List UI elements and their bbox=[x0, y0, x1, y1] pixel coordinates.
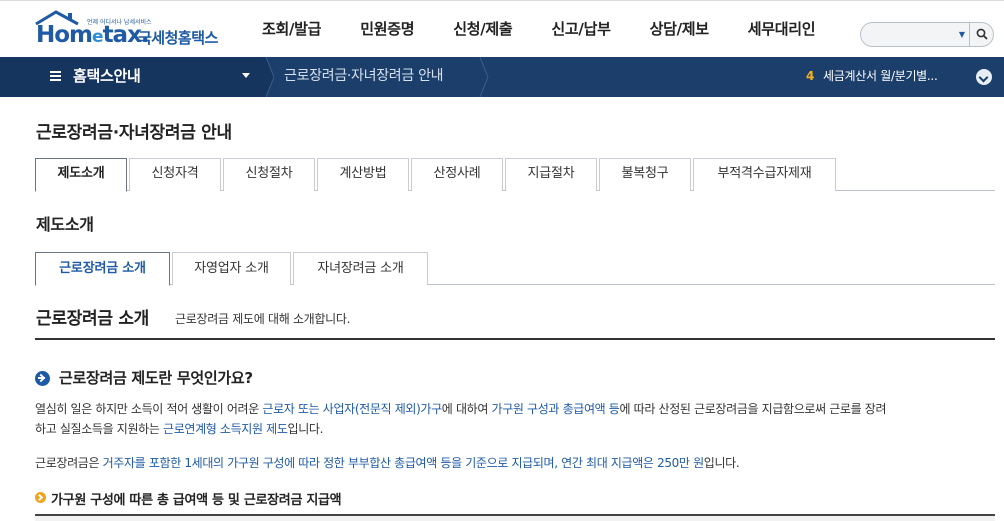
notice-number: 4 bbox=[806, 69, 815, 83]
tab-system-intro[interactable]: 제도소개 bbox=[35, 158, 127, 192]
global-nav: 조회/발급 민원증명 신청/제출 신고/납부 상담/제보 세무대리인 bbox=[240, 1, 816, 58]
search-dropdown-icon[interactable]: ▼ bbox=[955, 26, 969, 43]
page-title: 근로장려금·자녀장려금 안내 bbox=[36, 123, 232, 143]
intro-description: 근로장려금 제도에 대해 소개합니다. bbox=[175, 312, 351, 326]
caret-down-icon bbox=[242, 73, 250, 78]
definition-paragraph: 열심히 일은 하지만 소득이 적어 생활이 어려운 근로자 또는 사업자(전문직… bbox=[35, 402, 887, 436]
subtab-self-employed-intro[interactable]: 자영업자 소개 bbox=[172, 252, 291, 285]
highlight-target-households: 근로자 또는 사업자(전문직 제외)가구 bbox=[262, 402, 442, 416]
section-title: 제도소개 bbox=[36, 215, 94, 234]
gnb-apply-submit[interactable]: 신청/제출 bbox=[453, 1, 512, 58]
gnb-civil-certificates[interactable]: 민원증명 bbox=[360, 1, 414, 58]
subheading-text: 가구원 구성에 따른 총 급여액 등 및 근로장려금 지급액 bbox=[51, 493, 342, 508]
intro-title: 근로장려금 소개 bbox=[36, 309, 149, 329]
notice-text[interactable]: 세금계산서 월/분기별... bbox=[823, 57, 938, 95]
table-header-row bbox=[35, 516, 995, 521]
hometax-logo[interactable]: 언제 어디서나 납세서비스 Hometax. 국세청홈택스 bbox=[34, 10, 224, 50]
arrow-circle-icon bbox=[35, 371, 50, 386]
breadcrumb-end-icon bbox=[479, 57, 489, 97]
location-bar: 홈택스안내 근로장려금·자녀장려금 안내 4 세금계산서 월/분기별... bbox=[0, 57, 1004, 97]
intro-header: 근로장려금 소개 근로장려금 제도에 대해 소개합니다. bbox=[35, 304, 995, 340]
gnb-lookup-issue[interactable]: 조회/발급 bbox=[262, 1, 321, 58]
logo-wordmark: Hometax. bbox=[36, 22, 150, 48]
tab-appeal[interactable]: 불복청구 bbox=[599, 158, 691, 191]
main-tabs: 제도소개 신청자격 신청절차 계산방법 산정사례 지급절차 불복청구 부적격수급… bbox=[35, 158, 995, 192]
highlight-payment-criteria: 거주자를 포함한 1세대의 가구원 구성에 따라 정한 부부합산 총급여액 등을… bbox=[102, 456, 705, 470]
breadcrumb-separator-icon bbox=[262, 57, 274, 97]
notice-expand-icon[interactable] bbox=[976, 69, 992, 85]
tab-eligibility[interactable]: 신청자격 bbox=[129, 158, 221, 191]
tab-payment-procedure[interactable]: 지급절차 bbox=[505, 158, 597, 191]
bullet-arrow-icon bbox=[35, 492, 46, 503]
hamburger-icon bbox=[50, 71, 61, 81]
sub-tabs: 근로장려금 소개 자영업자 소개 자녀장려금 소개 bbox=[35, 252, 995, 286]
breadcrumb-current[interactable]: 근로장려금·자녀장려금 안내 bbox=[284, 57, 444, 95]
gnb-tax-agent[interactable]: 세무대리인 bbox=[748, 1, 816, 58]
menu-title: 홈택스안내 bbox=[73, 67, 141, 85]
tab-calculation[interactable]: 계산방법 bbox=[317, 158, 409, 191]
top-header: 언제 어디서나 납세서비스 Hometax. 국세청홈택스 조회/발급 민원증명… bbox=[0, 0, 1004, 57]
subtab-child-credit-intro[interactable]: 자녀장려금 소개 bbox=[293, 252, 428, 285]
menu-dropdown[interactable]: 홈택스안내 bbox=[0, 57, 262, 97]
tab-calculation-examples[interactable]: 산정사례 bbox=[411, 158, 503, 191]
question-text: 근로장려금 제도란 무엇인가요? bbox=[59, 369, 253, 387]
gnb-consult-report[interactable]: 상담/제보 bbox=[650, 1, 709, 58]
gnb-report-pay[interactable]: 신고/납부 bbox=[551, 1, 610, 58]
highlight-income-support: 근로연계형 소득지원 제도 bbox=[163, 422, 288, 436]
search-box: ▼ bbox=[860, 22, 994, 47]
tab-ineligible-sanctions[interactable]: 부적격수급자제재 bbox=[693, 158, 836, 191]
tab-apply-procedure[interactable]: 신청절차 bbox=[223, 158, 315, 191]
logo-korean-name: 국세청홈택스 bbox=[138, 29, 218, 47]
search-button[interactable] bbox=[969, 23, 994, 46]
highlight-household-composition: 가구원 구성과 총급여액 등 bbox=[491, 402, 620, 416]
subtab-earned-income-intro[interactable]: 근로장려금 소개 bbox=[35, 252, 170, 286]
payment-paragraph: 근로장려금은 거주자를 포함한 1세대의 가구원 구성에 따라 정한 부부합산 … bbox=[35, 456, 740, 470]
search-input[interactable] bbox=[869, 26, 951, 43]
search-icon bbox=[976, 28, 988, 40]
